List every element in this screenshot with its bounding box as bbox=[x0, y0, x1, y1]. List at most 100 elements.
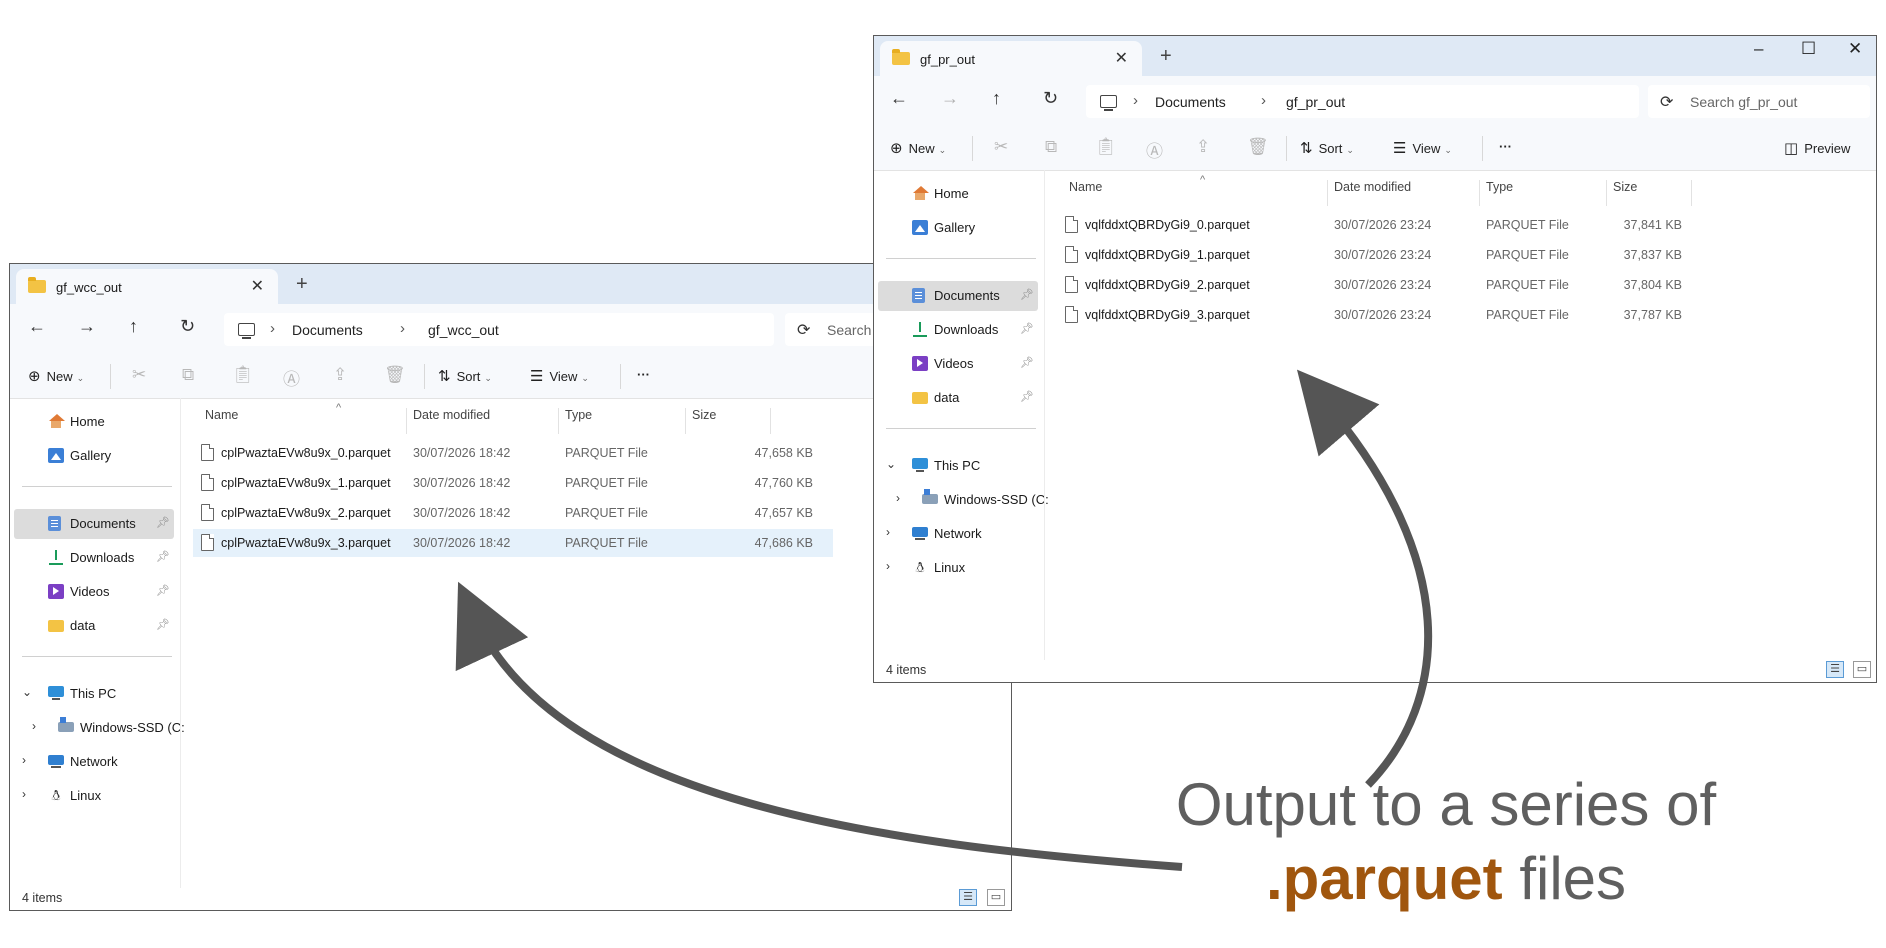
preview-pane-button[interactable]: ◫ Preview bbox=[1784, 139, 1850, 157]
sort-button[interactable]: ⇅ Sort ⌄ bbox=[1300, 139, 1354, 157]
sidebar-item-documents[interactable]: Documents 📌︎ bbox=[878, 281, 1038, 311]
forward-arrow-icon[interactable]: → bbox=[78, 316, 96, 337]
details-view-icon[interactable]: ☰ bbox=[959, 889, 977, 906]
address-field[interactable]: › Documents › gf_pr_out bbox=[1086, 85, 1639, 118]
sidebar-item-gallery[interactable]: Gallery bbox=[878, 213, 1038, 243]
chevron-right-icon[interactable]: › bbox=[896, 491, 900, 505]
copy-icon[interactable]: ⧉ bbox=[182, 365, 194, 385]
chevron-right-icon[interactable]: › bbox=[22, 753, 26, 767]
table-row[interactable]: vqlfddxtQBRDyGi9_3.parquet 30/07/2026 23… bbox=[1057, 301, 1697, 329]
back-arrow-icon[interactable]: ← bbox=[890, 88, 908, 109]
new-tab-icon[interactable]: + bbox=[296, 273, 308, 296]
pin-icon[interactable]: 📌︎ bbox=[1020, 322, 1034, 335]
chevron-down-icon[interactable]: ⌄ bbox=[886, 457, 896, 471]
rename-icon[interactable]: Ⓐ bbox=[1146, 137, 1163, 162]
table-row[interactable]: vqlfddxtQBRDyGi9_0.parquet 30/07/2026 23… bbox=[1057, 211, 1697, 239]
pin-icon[interactable]: 📌︎ bbox=[156, 618, 170, 631]
minimize-icon[interactable]: – bbox=[1754, 39, 1763, 59]
sidebar-item-data[interactable]: data 📌︎ bbox=[878, 383, 1038, 413]
sidebar-item-downloads[interactable]: Downloads 📌︎ bbox=[14, 543, 174, 573]
share-icon[interactable]: ⇪ bbox=[333, 365, 347, 385]
sidebar-item-this-pc[interactable]: ⌄ This PC bbox=[878, 451, 1038, 481]
view-button[interactable]: ☰ View ⌄ bbox=[1393, 139, 1452, 157]
tiles-view-icon[interactable]: ▭ bbox=[1853, 661, 1871, 678]
column-header-size[interactable]: Size bbox=[1607, 180, 1692, 206]
table-row[interactable]: cplPwaztaEVw8u9x_2.parquet 30/07/2026 18… bbox=[193, 499, 833, 527]
new-tab-icon[interactable]: + bbox=[1160, 45, 1172, 68]
sidebar-item-home[interactable]: Home bbox=[878, 179, 1038, 209]
sidebar-item-linux[interactable]: › 🐧︎ Linux bbox=[14, 781, 174, 811]
pin-icon[interactable]: 📌︎ bbox=[156, 516, 170, 529]
view-button[interactable]: ☰ View ⌄ bbox=[530, 367, 589, 385]
column-header-date-modified[interactable]: Date modified bbox=[1328, 180, 1480, 206]
maximize-icon[interactable]: ☐ bbox=[1801, 39, 1816, 59]
up-arrow-icon[interactable]: ↑ bbox=[129, 316, 138, 337]
chevron-right-icon[interactable]: › bbox=[22, 787, 26, 801]
table-row[interactable]: vqlfddxtQBRDyGi9_2.parquet 30/07/2026 23… bbox=[1057, 271, 1697, 299]
breadcrumb-current-folder[interactable]: gf_pr_out bbox=[1286, 94, 1345, 110]
more-options-button[interactable]: ··· bbox=[1499, 139, 1512, 154]
share-icon[interactable]: ⇪ bbox=[1196, 137, 1210, 157]
sidebar-item-windows-ssd[interactable]: › Windows-SSD (C: bbox=[878, 485, 1049, 515]
sidebar-item-videos[interactable]: Videos 📌︎ bbox=[14, 577, 174, 607]
address-field[interactable]: › Documents › gf_wcc_out bbox=[224, 313, 774, 346]
breadcrumb-documents[interactable]: Documents bbox=[292, 322, 363, 338]
cut-icon[interactable]: ✂ bbox=[994, 137, 1008, 157]
tab-gf-wcc-out[interactable]: gf_wcc_out ✕ bbox=[16, 269, 278, 304]
column-header-name[interactable]: Name bbox=[1063, 180, 1328, 206]
sidebar-item-documents[interactable]: Documents 📌︎ bbox=[14, 509, 174, 539]
new-button[interactable]: ⊕ New ⌄ bbox=[28, 367, 84, 385]
sidebar-item-home[interactable]: Home bbox=[14, 407, 174, 437]
column-header-type[interactable]: Type bbox=[559, 408, 686, 434]
back-arrow-icon[interactable]: ← bbox=[28, 316, 46, 337]
sidebar-item-network[interactable]: › Network bbox=[878, 519, 1038, 549]
column-header-size[interactable]: Size bbox=[686, 408, 771, 434]
table-row[interactable]: cplPwaztaEVw8u9x_3.parquet 30/07/2026 18… bbox=[193, 529, 833, 557]
table-row[interactable]: vqlfddxtQBRDyGi9_1.parquet 30/07/2026 23… bbox=[1057, 241, 1697, 269]
sidebar-item-gallery[interactable]: Gallery bbox=[14, 441, 174, 471]
up-arrow-icon[interactable]: ↑ bbox=[992, 88, 1001, 109]
cut-icon[interactable]: ✂ bbox=[132, 365, 146, 385]
pin-icon[interactable]: 📌︎ bbox=[1020, 288, 1034, 301]
rename-icon[interactable]: Ⓐ bbox=[283, 365, 300, 390]
chevron-down-icon[interactable]: ⌄ bbox=[22, 685, 32, 699]
sidebar-item-linux[interactable]: › 🐧︎ Linux bbox=[878, 553, 1038, 583]
table-row[interactable]: cplPwaztaEVw8u9x_1.parquet 30/07/2026 18… bbox=[193, 469, 833, 497]
paste-icon[interactable]: 📋︎ bbox=[1095, 137, 1117, 157]
paste-icon[interactable]: 📋︎ bbox=[232, 365, 254, 385]
sidebar-item-network[interactable]: › Network bbox=[14, 747, 174, 777]
column-header-name[interactable]: Name bbox=[199, 408, 407, 434]
forward-arrow-icon[interactable]: → bbox=[941, 88, 959, 109]
pin-icon[interactable]: 📌︎ bbox=[156, 550, 170, 563]
table-row[interactable]: cplPwaztaEVw8u9x_0.parquet 30/07/2026 18… bbox=[193, 439, 833, 467]
close-tab-icon[interactable]: ✕ bbox=[1115, 48, 1128, 68]
new-button[interactable]: ⊕ New ⌄ bbox=[890, 139, 946, 157]
pin-icon[interactable]: 📌︎ bbox=[1020, 390, 1034, 403]
sidebar-item-windows-ssd[interactable]: › Windows-SSD (C: bbox=[14, 713, 185, 743]
column-header-date-modified[interactable]: Date modified bbox=[407, 408, 559, 434]
more-options-button[interactable]: ··· bbox=[637, 367, 650, 382]
sidebar-item-this-pc[interactable]: ⌄ This PC bbox=[14, 679, 174, 709]
chevron-right-icon[interactable]: › bbox=[886, 525, 890, 539]
sort-button[interactable]: ⇅ Sort ⌄ bbox=[438, 367, 492, 385]
copy-icon[interactable]: ⧉ bbox=[1045, 137, 1057, 157]
delete-icon[interactable]: 🗑︎ bbox=[1247, 137, 1269, 157]
delete-icon[interactable]: 🗑︎ bbox=[384, 365, 406, 385]
pin-icon[interactable]: 📌︎ bbox=[1020, 356, 1034, 369]
pin-icon[interactable]: 📌︎ bbox=[156, 584, 170, 597]
sidebar-item-videos[interactable]: Videos 📌︎ bbox=[878, 349, 1038, 379]
refresh-icon[interactable]: ↻ bbox=[1043, 88, 1058, 109]
breadcrumb-current-folder[interactable]: gf_wcc_out bbox=[428, 322, 499, 338]
close-window-icon[interactable]: ✕ bbox=[1848, 39, 1862, 59]
column-header-type[interactable]: Type bbox=[1480, 180, 1607, 206]
tiles-view-icon[interactable]: ▭ bbox=[987, 889, 1005, 906]
breadcrumb-documents[interactable]: Documents bbox=[1155, 94, 1226, 110]
sidebar-item-downloads[interactable]: Downloads 📌︎ bbox=[878, 315, 1038, 345]
details-view-icon[interactable]: ☰ bbox=[1826, 661, 1844, 678]
search-input[interactable]: ⟳ Search gf_pr_out bbox=[1648, 85, 1870, 118]
chevron-right-icon[interactable]: › bbox=[886, 559, 890, 573]
refresh-icon[interactable]: ↻ bbox=[180, 316, 195, 337]
chevron-right-icon[interactable]: › bbox=[32, 719, 36, 733]
close-tab-icon[interactable]: ✕ bbox=[251, 276, 264, 296]
sidebar-item-data[interactable]: data 📌︎ bbox=[14, 611, 174, 641]
